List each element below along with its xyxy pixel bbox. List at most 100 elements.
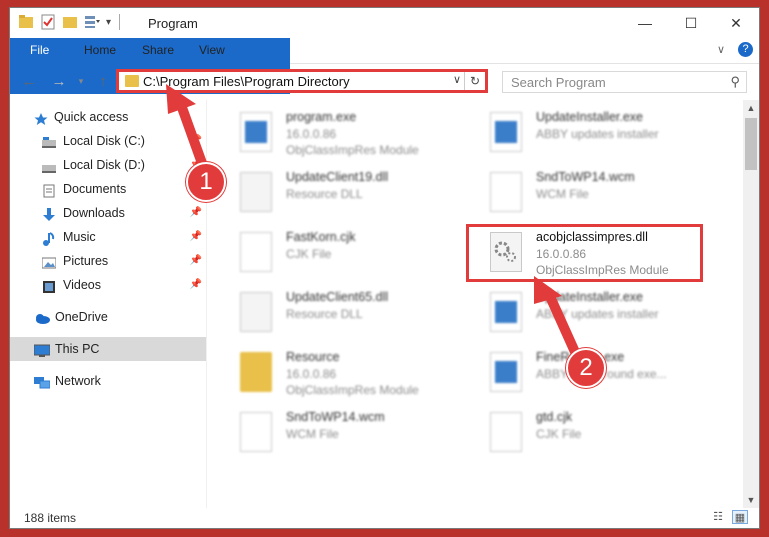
network-icon [34,374,51,389]
sidebar-item-music[interactable]: Music 📌 [10,225,206,249]
file-item[interactable]: UpdateInstaller.exe ABBY updates install… [468,286,708,342]
step-badge-2: 2 [566,348,606,388]
file-detail: 16.0.0.86 [286,367,337,381]
maximize-icon: ☐ [684,14,698,31]
folder-icon [240,352,272,392]
file-detail: ObjClassImpRes Module [286,383,419,397]
file-name: program.exe [286,110,357,124]
tab-home[interactable]: Home [70,38,130,63]
step-badge-1: 1 [186,162,226,202]
large-icons-view-icon[interactable]: ▦ [732,510,748,524]
up-button[interactable]: ↑ [92,70,114,92]
chevron-down-icon[interactable]: ▾ [106,17,111,28]
search-input[interactable]: Search Program ⚲ [502,71,747,93]
pin-icon[interactable]: 📌 [190,201,202,225]
minimize-icon: — [638,15,652,31]
navigation-bar: ← → ▾ ↑ C:\Program Files\Program Directo… [10,64,759,98]
file-name: UpdateClient65.dll [286,290,389,304]
maximize-button[interactable]: ☐ [668,8,714,38]
new-folder-icon[interactable] [62,14,78,30]
window-title: Program [148,16,198,31]
address-bar[interactable]: C:\Program Files\Program Directory ∨ ↻ [116,69,488,93]
sidebar-item-documents[interactable]: Documents 📌 [10,177,206,201]
properties-icon[interactable] [40,14,56,30]
tab-view[interactable]: View [185,38,239,63]
file-list: program.exe 16.0.0.86 ObjClassImpRes Mod… [208,100,743,508]
file-item[interactable]: UpdateClient19.dll Resource DLL [218,166,458,222]
file-detail: ABBY updates installer [536,127,659,141]
refresh-icon[interactable]: ↻ [464,72,485,90]
sidebar-item-local-disk-d[interactable]: Local Disk (D:) 📌 [10,153,206,177]
file-detail: CJK File [536,427,582,441]
file-item[interactable]: FastKorn.cjk CJK File [218,226,458,282]
file-detail: ABBY updates installer [536,307,659,321]
search-icon[interactable]: ⚲ [730,74,740,90]
target-file-highlight [466,224,703,282]
document-icon [240,412,272,452]
help-icon[interactable]: ? [738,42,753,57]
drive-icon [42,134,56,148]
address-path[interactable]: C:\Program Files\Program Directory [143,74,350,89]
minimize-button[interactable]: — [622,8,668,38]
details-view-icon[interactable]: ☷ [710,510,726,524]
pin-icon[interactable]: 📌 [190,225,202,249]
close-button[interactable]: ✕ [713,8,759,38]
forward-button[interactable]: → [48,70,70,92]
scroll-thumb[interactable] [745,118,757,170]
sidebar-item-pictures[interactable]: Pictures 📌 [10,249,206,273]
application-icon [490,292,522,332]
navigation-pane: Quick access Local Disk (C:) 📌 Local Dis… [10,100,206,508]
recent-locations-button[interactable]: ▾ [70,70,92,92]
quick-access-toolbar: ▾ [18,14,121,30]
sidebar-item-label: Local Disk (D:) [63,158,145,172]
cloud-icon [34,310,50,324]
computer-icon [33,342,51,357]
back-button[interactable]: ← [18,70,40,92]
up-arrow-icon: ↑ [99,72,107,90]
chevron-down-icon[interactable]: ∨ [453,73,461,86]
sidebar-item-onedrive[interactable]: OneDrive [10,305,206,329]
file-detail: WCM File [536,187,589,201]
file-item[interactable]: UpdateClient65.dll Resource DLL [218,286,458,342]
download-icon [42,206,56,221]
file-item[interactable]: SndToWP14.wcm WCM File [218,406,458,462]
file-name: UpdateInstaller.exe [536,110,644,124]
star-icon [34,110,48,125]
title-separator [119,14,121,30]
application-icon [240,112,272,152]
item-count: 188 items [24,511,77,525]
pin-icon[interactable]: 📌 [190,249,202,273]
sidebar-item-videos[interactable]: Videos 📌 [10,273,206,297]
scroll-down-icon[interactable]: ▼ [743,492,759,508]
file-name: UpdateClient19.dll [286,170,389,184]
chevron-down-icon: ▾ [78,75,84,86]
dll-gear-icon [240,292,272,332]
sidebar-item-downloads[interactable]: Downloads 📌 [10,201,206,225]
document-icon [490,172,522,212]
file-item[interactable]: Resource 16.0.0.86 ObjClassImpRes Module [218,346,458,402]
customize-toolbar-icon[interactable] [84,14,100,30]
sidebar-item-label: Videos [63,278,101,292]
title-bar: ▾ Program — ☐ ✕ [10,8,759,38]
sidebar-item-network[interactable]: Network [10,369,206,393]
sidebar-item-local-disk-c[interactable]: Local Disk (C:) 📌 [10,129,206,153]
file-name: FastKorn.cjk [286,230,356,244]
expand-ribbon-icon[interactable]: ∨ [717,43,725,56]
file-item[interactable]: SndToWP14.wcm WCM File [468,166,708,222]
pin-icon[interactable]: 📌 [190,129,202,153]
sidebar-item-quick-access[interactable]: Quick access [10,105,206,129]
status-bar: 188 items ☷ ▦ [10,508,759,528]
application-icon [490,352,522,392]
file-item[interactable]: gtd.cjk CJK File [468,406,708,462]
folder-icon [125,75,139,87]
file-item[interactable]: UpdateInstaller.exe ABBY updates install… [468,106,708,162]
vertical-scrollbar[interactable]: ▲ ▼ [743,100,759,508]
scroll-up-icon[interactable]: ▲ [743,100,759,116]
tab-share[interactable]: Share [128,38,188,63]
sidebar-item-label: Network [55,374,101,388]
file-item[interactable]: program.exe 16.0.0.86 ObjClassImpRes Mod… [218,106,458,162]
file-name: SndToWP14.wcm [536,170,635,184]
sidebar-item-this-pc[interactable]: This PC [10,337,206,361]
drive-icon [42,158,56,173]
pin-icon[interactable]: 📌 [190,273,202,297]
